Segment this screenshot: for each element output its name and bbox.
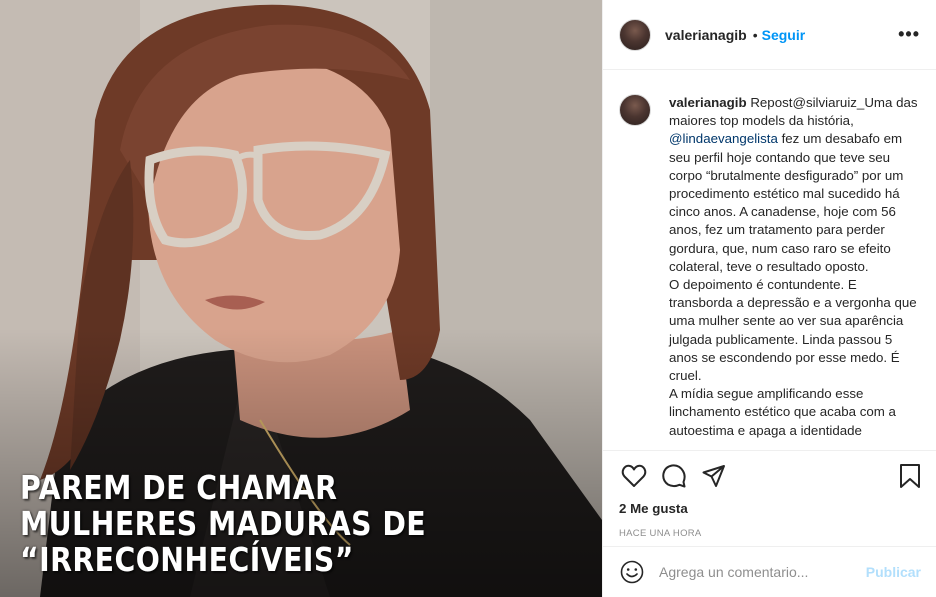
comment-input[interactable] — [659, 564, 849, 580]
share-icon[interactable] — [699, 461, 729, 491]
publish-button[interactable]: Publicar — [866, 564, 921, 580]
post-actions: 2 Me gusta Hace una hora — [603, 450, 936, 546]
caption-mention-link[interactable]: @lindaevangelista — [669, 131, 778, 146]
caption-username[interactable]: valerianagib — [669, 95, 747, 110]
post-overlay-text: Parem de chamar mulheres maduras de “Irr… — [20, 468, 427, 579]
separator-dot: • — [752, 26, 758, 43]
caption-text-2: fez um desabafo em seu perfil hoje conta… — [669, 131, 904, 274]
more-options-icon[interactable]: ••• — [898, 24, 920, 45]
post-image[interactable]: Parem de chamar mulheres maduras de “Irr… — [0, 0, 602, 597]
action-icons — [619, 461, 921, 491]
overlay-line-2: mulheres maduras de — [20, 504, 427, 543]
emoji-icon[interactable] — [619, 559, 645, 585]
caption-paragraph-3: A mídia segue amplificando esse linchame… — [669, 386, 896, 438]
heart-icon[interactable] — [619, 461, 649, 491]
post-header: valerianagib • Seguir ••• — [603, 0, 936, 70]
caption-avatar[interactable] — [619, 94, 651, 126]
post-sidebar: valerianagib • Seguir ••• valerianagib R… — [602, 0, 936, 597]
bookmark-icon[interactable] — [895, 461, 925, 491]
post-timestamp[interactable]: Hace una hora — [619, 528, 921, 539]
add-comment-bar: Publicar — [603, 546, 936, 597]
overlay-line-3: “Irreconhecíveis” — [20, 540, 354, 579]
avatar[interactable] — [619, 18, 651, 51]
caption-paragraph-2: O depoimento é contundente. E transborda… — [669, 277, 917, 384]
overlay-line-1: Parem de chamar — [20, 468, 338, 507]
post-caption: valerianagib Repost@silviaruiz_Uma das m… — [669, 94, 920, 450]
comments-area[interactable]: valerianagib Repost@silviaruiz_Uma das m… — [603, 70, 936, 450]
likes-count[interactable]: 2 Me gusta — [619, 501, 921, 516]
comment-icon[interactable] — [659, 461, 689, 491]
follow-button[interactable]: Seguir — [762, 27, 806, 43]
header-username[interactable]: valerianagib — [665, 27, 747, 43]
